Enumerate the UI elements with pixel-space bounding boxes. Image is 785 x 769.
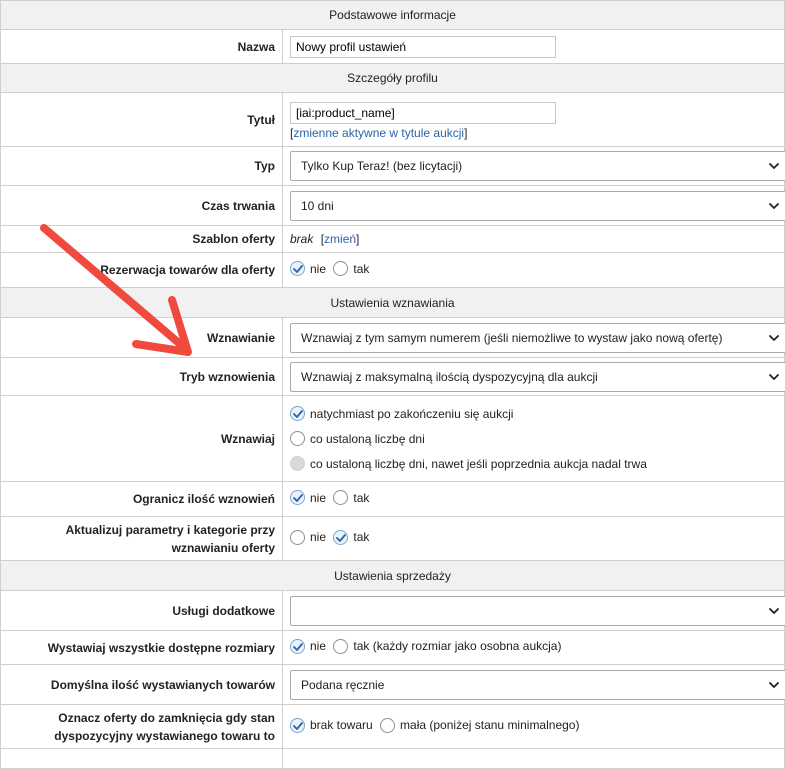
chevron-down-icon (769, 202, 779, 210)
renew-label: Wznawianie (0, 317, 283, 358)
renew-mode-select-value: Wznawiaj z maksymalną ilością dyspozycyj… (301, 369, 598, 384)
template-change-link[interactable]: zmień (324, 232, 356, 246)
radio-unchecked-icon (333, 490, 349, 505)
radio-unchecked-icon (380, 717, 396, 733)
title-link-close: ] (464, 126, 468, 140)
template-value: brak (290, 232, 314, 246)
chevron-down-icon (769, 373, 779, 381)
update-params-label: Aktualizuj parametry i kategorie przy wz… (0, 516, 283, 561)
default-qty-select-value: Podana ręcznie (301, 677, 385, 692)
renew-select-value: Wznawiaj z tym samym numerem (jeśli niem… (301, 330, 723, 345)
type-label: Typ (0, 146, 283, 186)
mark-close-label: Oznacz oferty do zamknięcia gdy stan dys… (0, 704, 283, 749)
reservation-option-yes[interactable]: tak (333, 261, 369, 276)
all-sizes-label: Wystawiaj wszystkie dostępne rozmiary (0, 630, 283, 665)
radio-disabled-icon (290, 456, 305, 471)
mark-close-option-low[interactable]: mała (poniżej stanu minimalnego) (380, 717, 579, 733)
template-label: Szablon oferty (0, 225, 283, 253)
services-label: Usługi dodatkowe (0, 590, 283, 631)
title-variables-link[interactable]: zmienne aktywne w tytule aukcji (293, 126, 464, 140)
radio-checked-icon (290, 406, 305, 421)
renew-when-option-days[interactable]: co ustaloną liczbę dni (290, 431, 425, 446)
renew-mode-label: Tryb wznowienia (0, 357, 283, 396)
title-label: Tytuł (0, 92, 283, 147)
mark-close-option-none[interactable]: brak towaru (290, 717, 373, 733)
duration-label: Czas trwania (0, 185, 283, 226)
default-qty-select[interactable]: Podana ręcznie (290, 669, 785, 700)
name-label: Nazwa (0, 29, 283, 64)
renew-select[interactable]: Wznawiaj z tym samym numerem (jeśli niem… (290, 322, 785, 353)
duration-select[interactable]: 10 dni (290, 190, 785, 221)
radio-checked-icon (290, 490, 305, 505)
template-link-close: ] (356, 232, 360, 246)
radio-checked-icon (333, 529, 349, 545)
duration-select-value: 10 dni (301, 198, 334, 213)
chevron-down-icon (769, 607, 779, 615)
reservation-option-no[interactable]: nie (290, 261, 326, 276)
section-header-basic: Podstawowe informacje (0, 0, 785, 30)
type-select[interactable]: Tylko Kup Teraz! (bez licytacji) (290, 151, 785, 181)
radio-checked-icon (290, 717, 305, 733)
section-header-sales: Ustawienia sprzedaży (0, 560, 785, 591)
radio-unchecked-icon (333, 638, 349, 654)
renew-when-option-immediately[interactable]: natychmiast po zakończeniu się aukcji (290, 406, 513, 421)
section-header-profile: Szczegóły profilu (0, 63, 785, 93)
limit-option-yes[interactable]: tak (333, 490, 369, 505)
default-qty-label: Domyślna ilość wystawianych towarów (0, 664, 283, 705)
services-select[interactable] (290, 595, 785, 626)
section-header-renewal: Ustawienia wznawiania (0, 287, 785, 318)
renew-mode-select[interactable]: Wznawiaj z maksymalną ilością dyspozycyj… (290, 361, 785, 392)
radio-unchecked-icon (290, 431, 305, 446)
renew-when-label: Wznawiaj (0, 395, 283, 482)
chevron-down-icon (769, 681, 779, 689)
settings-form: Podstawowe informacje Nazwa Szczegóły pr… (0, 0, 785, 769)
radio-checked-icon (290, 261, 305, 276)
radio-checked-icon (290, 638, 305, 654)
name-input[interactable] (290, 35, 556, 58)
title-input[interactable] (290, 102, 556, 124)
update-params-option-no[interactable]: nie (290, 529, 326, 545)
radio-unchecked-icon (290, 529, 305, 545)
all-sizes-option-yes[interactable]: tak (każdy rozmiar jako osobna aukcja) (333, 638, 561, 654)
chevron-down-icon (769, 334, 779, 342)
chevron-down-icon (769, 162, 779, 170)
renew-when-option-days-force[interactable]: co ustaloną liczbę dni, nawet jeśli popr… (290, 456, 647, 471)
radio-unchecked-icon (333, 261, 349, 276)
type-select-value: Tylko Kup Teraz! (bez licytacji) (301, 159, 463, 173)
update-params-option-yes[interactable]: tak (333, 529, 369, 545)
limit-option-no[interactable]: nie (290, 490, 326, 505)
all-sizes-option-no[interactable]: nie (290, 638, 326, 654)
reservation-label: Rezerwacja towarów dla oferty (0, 252, 283, 288)
limit-label: Ogranicz ilość wznowień (0, 481, 283, 517)
